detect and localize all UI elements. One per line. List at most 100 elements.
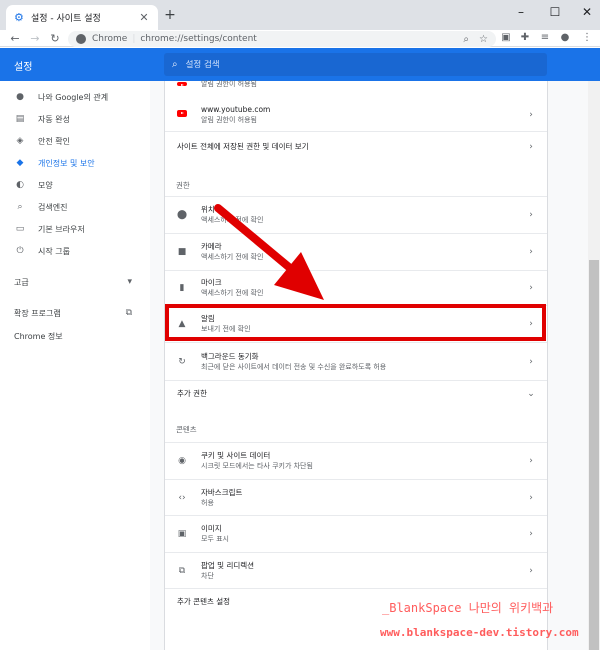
sidebar-item-advanced[interactable]: 고급 ▾ <box>0 271 150 293</box>
window-close-icon[interactable]: ✕ <box>576 3 598 21</box>
site-row-youtube[interactable]: www.youtube.com 알림 권한이 허용됨 › <box>165 99 547 131</box>
row-subtitle: 액세스하기 전에 확인 <box>201 253 264 261</box>
settings-search-box[interactable]: ⌕ <box>164 53 547 76</box>
site-row-partial[interactable]: 알림 권한이 허용됨 <box>165 77 547 91</box>
row-subtitle: 알림 권한이 허용됨 <box>201 80 257 88</box>
chevron-right-icon: › <box>529 565 533 576</box>
close-tab-icon[interactable]: ✕ <box>138 11 150 24</box>
browser-tab[interactable]: ⚙ 설정 - 사이트 설정 ✕ <box>6 5 158 30</box>
cookie-icon: ◉ <box>178 456 186 466</box>
clipboard-icon: ▤ <box>15 114 25 124</box>
back-arrow-icon[interactable]: ← <box>8 30 22 47</box>
zoom-icon[interactable]: ⌕ <box>463 34 469 45</box>
sidebar-item-label: 자동 완성 <box>38 114 70 124</box>
browser-toolbar: ← → ↻ Chrome | chrome://settings/content… <box>0 30 600 47</box>
javascript-row[interactable]: ‹› 자바스크립트 허용 › <box>165 479 547 515</box>
omnibox-host: Chrome <box>92 34 128 44</box>
code-icon: ‹› <box>178 492 186 503</box>
sidebar-item-about-chrome[interactable]: Chrome 정보 <box>0 325 150 347</box>
sidebar-item-appearance[interactable]: ◐ 모양 <box>0 174 150 196</box>
camera-row[interactable]: ■ 카메라 액세스하기 전에 확인 › <box>165 233 547 270</box>
profile-icon[interactable]: ● <box>558 32 572 43</box>
row-title: 카메라 <box>201 242 222 251</box>
sidebar-item-you-and-google[interactable]: ● 나와 Google의 관계 <box>0 86 150 108</box>
chevron-right-icon: › <box>529 210 533 220</box>
menu-kebab-icon[interactable]: ⋮ <box>580 32 594 43</box>
sidebar-item-autofill[interactable]: ▤ 자동 완성 <box>0 108 150 130</box>
sidebar-item-label: 개인정보 및 보안 <box>38 158 95 168</box>
row-subtitle: 최근에 닫은 사이트에서 데이터 전송 및 수신을 완료하도록 허용 <box>201 362 387 371</box>
address-bar[interactable]: Chrome | chrome://settings/content ⌕ ☆ <box>68 31 496 47</box>
sidebar-item-search-engine[interactable]: ⌕ 검색엔진 <box>0 196 150 218</box>
content-header: 콘텐츠 <box>176 425 197 434</box>
row-subtitle: 알림 권한이 허용됨 <box>201 116 257 124</box>
chevron-right-icon: › <box>529 110 533 120</box>
settings-gear-icon: ⚙ <box>14 11 24 24</box>
omnibox-divider: | <box>132 34 136 44</box>
chevron-down-icon: ⌄ <box>527 388 535 399</box>
watermark-url: www.blankspace-dev.tistory.com <box>380 626 579 639</box>
more-permissions-row[interactable]: 추가 권한 ⌄ <box>165 380 547 406</box>
chevron-right-icon: › <box>529 492 533 503</box>
notifications-highlight-box <box>165 304 546 341</box>
minimize-icon[interactable]: – <box>510 3 532 21</box>
permissions-header: 권한 <box>176 181 190 190</box>
sidebar-item-privacy-security[interactable]: ◆ 개인정보 및 보안 <box>0 152 150 174</box>
extensions-puzzle-icon[interactable]: ✚ <box>518 32 532 43</box>
omnibox-url[interactable]: chrome://settings/content <box>140 34 453 44</box>
new-tab-icon[interactable]: + <box>162 7 178 23</box>
chevron-down-icon: ▾ <box>127 277 132 287</box>
search-icon: ⌕ <box>17 202 23 212</box>
settings-title: 설정 <box>14 62 33 73</box>
images-row[interactable]: ▣ 이미지 모두 표시 › <box>165 515 547 552</box>
microphone-row[interactable]: ▮ 마이크 액세스하기 전에 확인 › <box>165 270 547 305</box>
scrollbar-thumb[interactable] <box>589 260 599 650</box>
all-sites-row[interactable]: 사이트 전체에 저장된 권한 및 데이터 보기 › <box>165 131 547 161</box>
row-title: 쿠키 및 사이트 데이터 <box>201 451 271 460</box>
tab-title: 설정 - 사이트 설정 <box>31 14 101 24</box>
bookmark-star-icon[interactable]: ☆ <box>479 34 488 45</box>
cookies-row[interactable]: ◉ 쿠키 및 사이트 데이터 시크릿 모드에서는 타사 쿠키가 차단됨 › <box>165 442 547 479</box>
sidebar-item-default-browser[interactable]: ▭ 기본 브라우저 <box>0 218 150 240</box>
row-title: 팝업 및 리디렉션 <box>201 560 255 570</box>
reload-icon[interactable]: ↻ <box>48 30 62 47</box>
row-title: 이미지 <box>201 524 222 533</box>
chevron-right-icon: › <box>529 247 533 257</box>
row-subtitle: 차단 <box>201 571 214 580</box>
chevron-right-icon: › <box>529 356 533 367</box>
open-external-icon: ⧉ <box>125 308 132 318</box>
forward-arrow-icon[interactable]: → <box>28 30 42 47</box>
sidebar-item-on-startup[interactable]: ⏻ 시작 그룹 <box>0 240 150 262</box>
sidebar-item-extensions[interactable]: 확장 프로그램 ⧉ <box>0 302 150 324</box>
sidebar-item-label: 시작 그룹 <box>38 246 70 256</box>
open-in-new-icon: ⧉ <box>178 565 186 576</box>
row-title: 추가 권한 <box>177 388 207 398</box>
shield-check-icon: ◈ <box>16 136 24 146</box>
image-icon: ▣ <box>177 529 187 539</box>
shield-icon: ◆ <box>16 158 24 168</box>
search-icon: ⌕ <box>172 59 178 70</box>
sidebar-item-label: 확장 프로그램 <box>14 308 61 318</box>
background-sync-row[interactable]: ↻ 백그라운드 동기화 최근에 닫은 사이트에서 데이터 전송 및 수신을 완료… <box>165 342 547 380</box>
settings-search-input[interactable] <box>185 59 486 70</box>
camera-icon: ■ <box>177 247 187 257</box>
chevron-right-icon: › <box>529 283 533 293</box>
row-title: 백그라운드 동기화 <box>201 351 259 361</box>
row-title: www.youtube.com <box>201 105 271 114</box>
media-control-icon[interactable]: ≡ <box>538 32 552 43</box>
site-info-icon[interactable] <box>76 34 86 44</box>
title-bar: ⚙ 설정 - 사이트 설정 ✕ + – ☐ ✕ <box>0 0 600 30</box>
location-row[interactable]: ⬤ 위치 액세스하기 전에 확인 › <box>165 196 547 233</box>
youtube-icon <box>175 110 189 120</box>
extension-badge-icon[interactable]: ▣ <box>499 32 513 43</box>
maximize-icon[interactable]: ☐ <box>544 3 566 21</box>
row-subtitle: 허용 <box>201 498 214 507</box>
settings-sidebar: ● 나와 Google의 관계 ▤ 자동 완성 ◈ 안전 확인 ◆ 개인정보 및… <box>0 81 150 650</box>
location-pin-icon: ⬤ <box>176 210 188 220</box>
row-title: 사이트 전체에 저장된 권한 및 데이터 보기 <box>177 141 309 151</box>
browser-icon: ▭ <box>15 224 25 234</box>
sidebar-item-safety-check[interactable]: ◈ 안전 확인 <box>0 130 150 152</box>
popups-row[interactable]: ⧉ 팝업 및 리디렉션 차단 › <box>165 552 547 588</box>
row-title: 자바스크립트 <box>201 487 243 497</box>
sidebar-item-label: 나와 Google의 관계 <box>38 92 109 102</box>
